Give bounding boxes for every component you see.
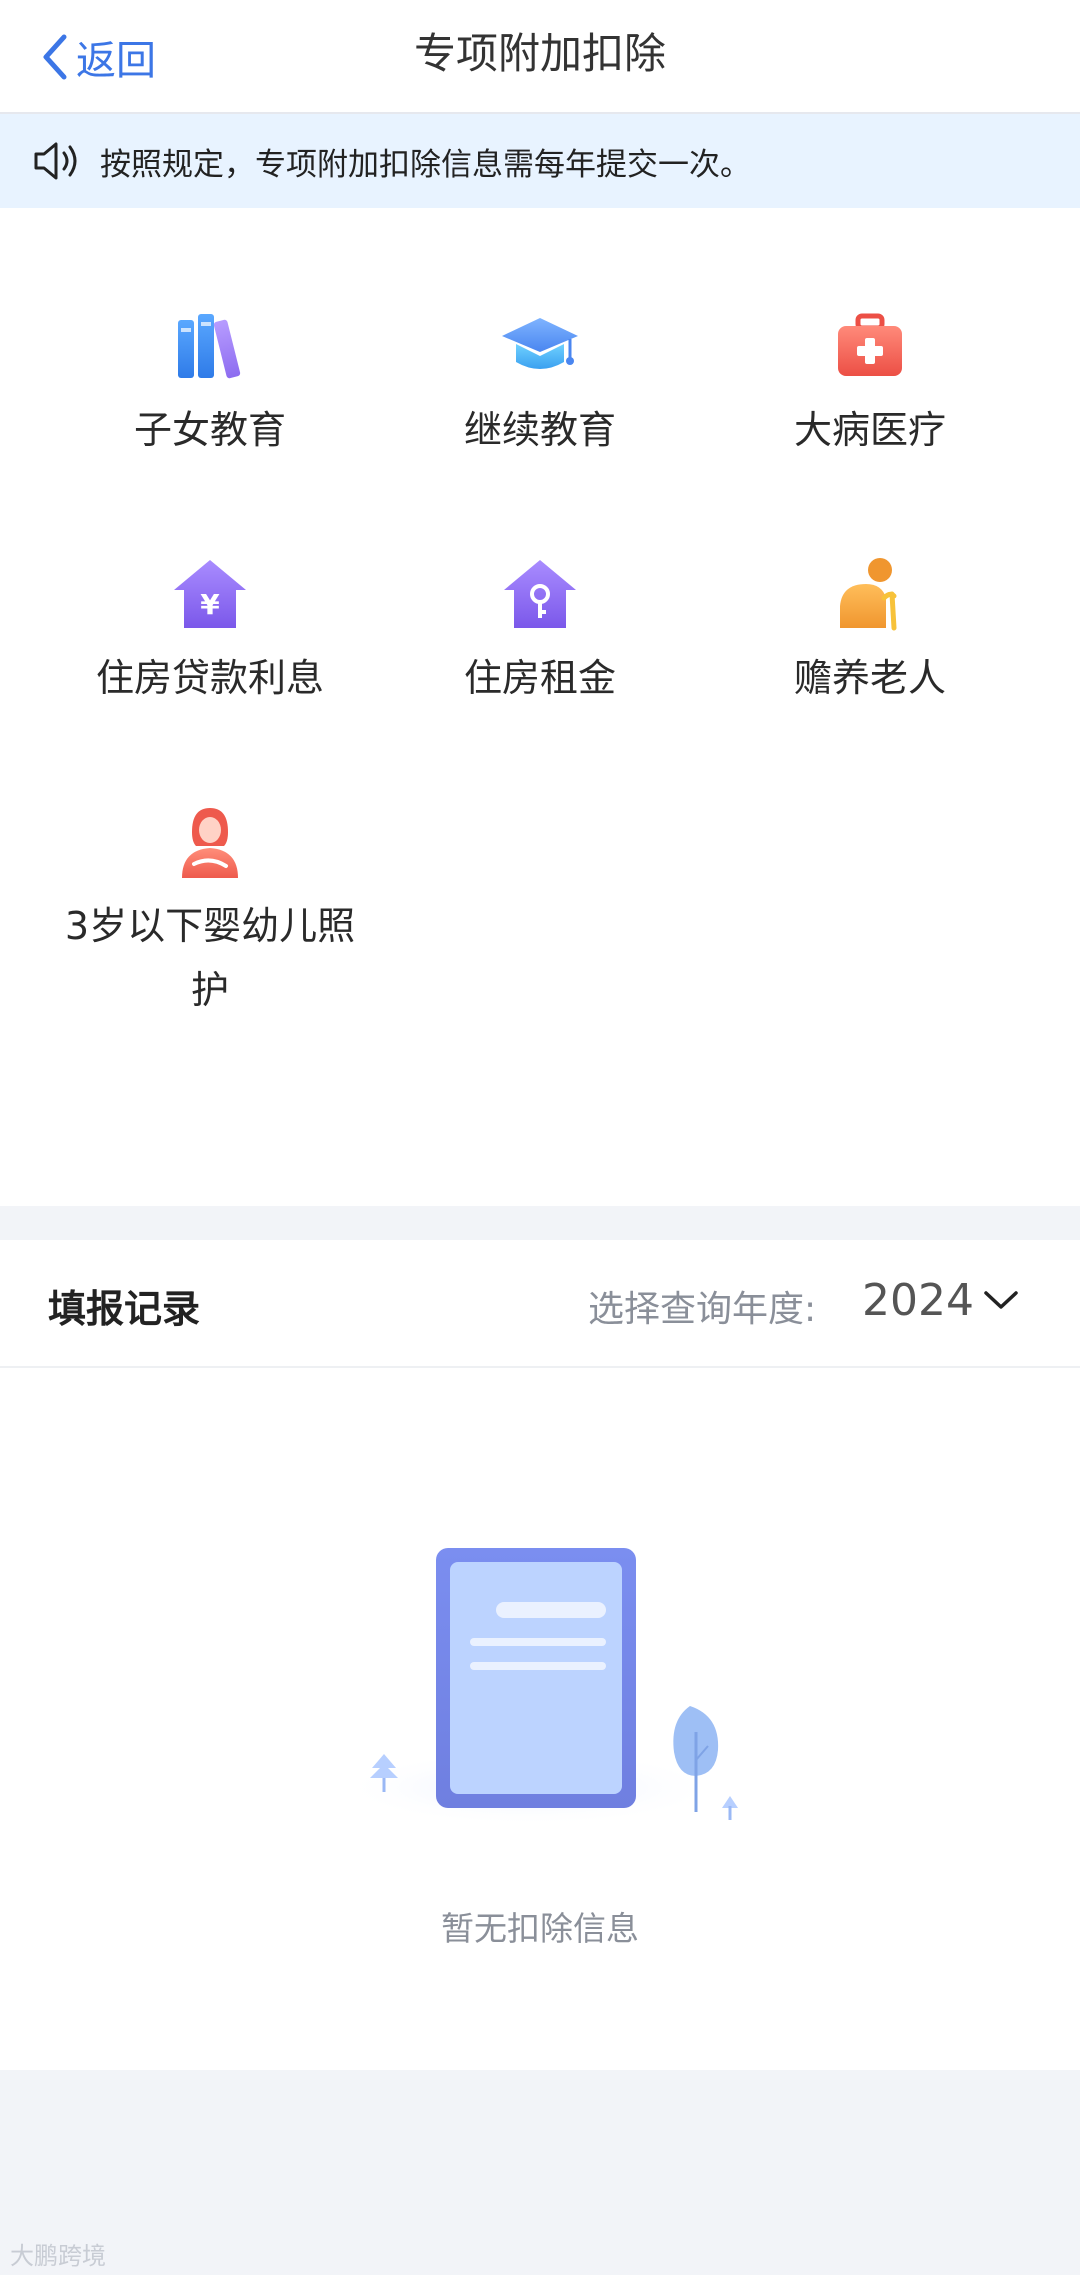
notice-bar: 按照规定，专项附加扣除信息需每年提交一次。 <box>0 114 1080 208</box>
elderly-person-icon <box>840 558 897 631</box>
watermark: 大鹏跨境 <box>10 2242 106 2270</box>
category-label: 住房租金 <box>463 656 616 700</box>
page-title: 专项附加扣除 <box>413 28 666 78</box>
books-icon <box>178 314 241 379</box>
speaker-icon <box>34 142 77 180</box>
category-grid: 子女教育 继续教育 大病医疗 ¥ 住房贷款利息 住房租金 赡养老人 3岁以下婴幼… <box>0 208 1080 1206</box>
category-label: 住房贷款利息 <box>95 656 324 700</box>
records-section: 填报记录 选择查询年度: 2024 暂无扣除信息 <box>0 1240 1080 2070</box>
chevron-down-icon <box>984 1291 1018 1309</box>
category-label: 大病医疗 <box>793 408 946 452</box>
category-elderly-support[interactable]: 赡养老人 <box>705 554 1035 710</box>
house-yen-icon: ¥ <box>174 560 246 628</box>
category-infant-care[interactable]: 3岁以下婴幼儿照 护 <box>45 802 375 1022</box>
category-housing-rent[interactable]: 住房租金 <box>375 554 705 710</box>
category-housing-loan-interest[interactable]: ¥ 住房贷款利息 <box>45 554 375 710</box>
nav-bar: 返回 专项附加扣除 <box>0 0 1080 114</box>
category-continuing-education[interactable]: 继续教育 <box>375 306 705 462</box>
svg-text:¥: ¥ <box>200 588 220 621</box>
empty-state-text: 暂无扣除信息 <box>441 1909 639 1948</box>
notice-text: 按照规定，专项附加扣除信息需每年提交一次。 <box>100 146 751 183</box>
year-select-label: 选择查询年度: <box>588 1289 817 1330</box>
empty-document-illustration <box>340 1548 738 1826</box>
records-header: 填报记录 选择查询年度: 2024 <box>0 1240 1080 1368</box>
medical-kit-icon <box>838 313 902 376</box>
category-child-education[interactable]: 子女教育 <box>45 306 375 462</box>
mother-baby-icon <box>182 808 238 878</box>
category-label: 继续教育 <box>463 408 616 452</box>
graduation-cap-icon <box>502 318 578 369</box>
year-value: 2024 <box>862 1274 974 1326</box>
category-label: 赡养老人 <box>793 656 946 700</box>
category-serious-illness[interactable]: 大病医疗 <box>705 306 1035 462</box>
year-selector[interactable]: 2024 <box>862 1270 1020 1330</box>
house-key-icon <box>504 560 576 628</box>
records-title: 填报记录 <box>48 1287 201 1331</box>
category-label: 3岁以下婴幼儿照 护 <box>64 904 356 1012</box>
category-label: 子女教育 <box>133 408 286 452</box>
